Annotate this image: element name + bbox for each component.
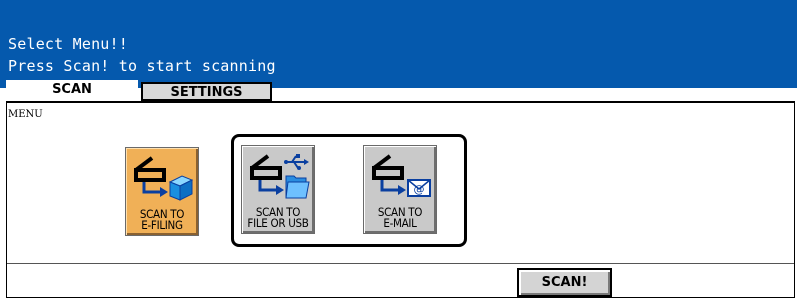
status-message: Select Menu!! — [8, 35, 128, 53]
scanner-to-box-icon — [134, 156, 194, 201]
scan-to-email-button[interactable]: @ SCAN TO E-MAIL — [363, 145, 437, 234]
status-banner: Select Menu!! Press Scan! to start scann… — [0, 0, 797, 88]
divider — [7, 263, 794, 264]
button-caption-line2: E-MAIL — [383, 216, 417, 230]
scanner-to-email-icon: @ — [372, 154, 431, 197]
panel-label: MENU — [8, 109, 43, 120]
button-caption-line2: E-FILING — [141, 218, 183, 232]
button-caption-line2: FILE OR USB — [247, 216, 309, 230]
scan-to-efiling-button[interactable]: SCAN TO E-FILING — [125, 147, 199, 236]
status-instruction: Press Scan! to start scanning — [8, 57, 276, 75]
tab-scan[interactable]: SCAN — [6, 80, 138, 102]
scanner-to-usb-folder-icon — [250, 154, 310, 199]
svg-text:@: @ — [414, 183, 425, 196]
scan-button[interactable]: SCAN! — [517, 268, 612, 297]
tab-settings[interactable]: SETTINGS — [141, 82, 272, 101]
scan-to-file-or-usb-button[interactable]: SCAN TO FILE OR USB — [241, 145, 315, 234]
